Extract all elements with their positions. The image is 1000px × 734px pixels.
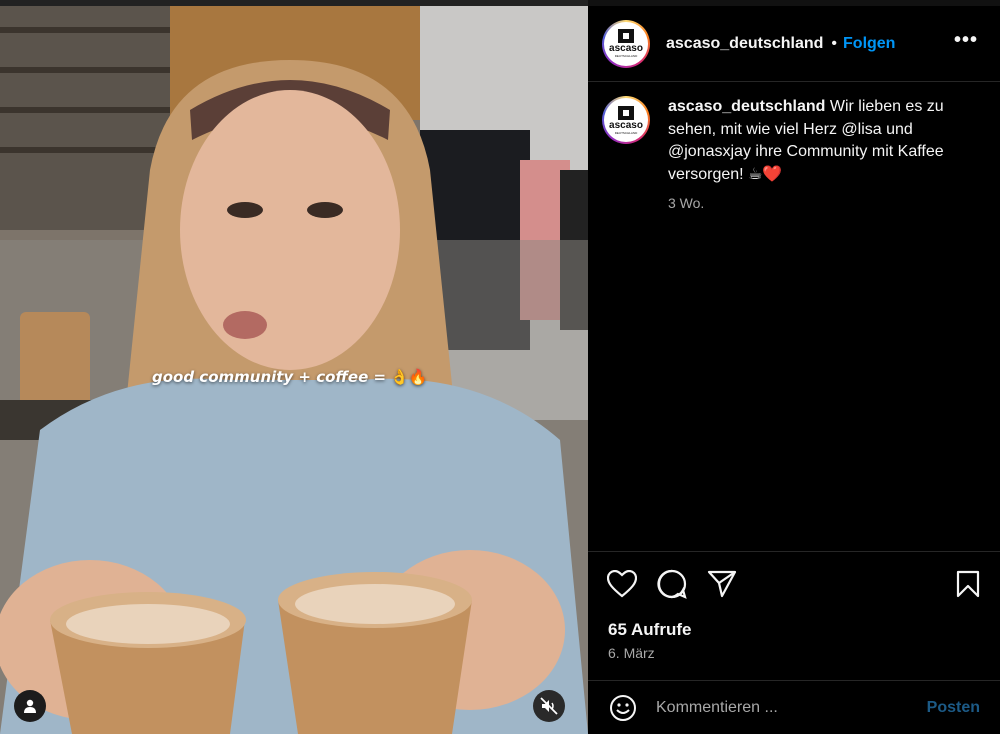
- caption-text: ascaso_deutschland Wir lieben es zu sehe…: [668, 96, 968, 186]
- save-button[interactable]: [952, 568, 984, 600]
- avatar-logo: ascaso DEUTSCHLAND: [604, 21, 648, 66]
- share-button[interactable]: [706, 568, 738, 600]
- caption-avatar-logo: ascaso DEUTSCHLAND: [604, 98, 648, 142]
- share-icon: [707, 570, 737, 598]
- actions-divider: [588, 551, 1000, 552]
- like-button[interactable]: [606, 568, 638, 600]
- emoji-picker-button[interactable]: [608, 693, 638, 723]
- overlay-emoji: 👌🔥: [390, 368, 428, 386]
- caption-timestamp[interactable]: 3 Wo.: [668, 192, 968, 215]
- person-icon: [24, 699, 36, 713]
- post-date[interactable]: 6. März: [608, 645, 655, 661]
- add-comment-bar: Posten: [588, 680, 1000, 734]
- avatar-logo-subtext: DEUTSCHLAND: [614, 54, 638, 58]
- speaker-muted-icon: [540, 697, 558, 715]
- post-comment-button[interactable]: Posten: [927, 699, 980, 717]
- comment-input[interactable]: [656, 698, 906, 717]
- view-count[interactable]: 65 Aufrufe: [608, 620, 691, 640]
- video-frame: [0, 0, 588, 734]
- media-top-edge: [0, 0, 588, 6]
- action-bar: [606, 568, 986, 600]
- caption-username-link[interactable]: ascaso_deutschland: [668, 98, 825, 115]
- bookmark-icon: [956, 570, 980, 598]
- post-header: ascaso DEUTSCHLAND ascaso_deutschland • …: [588, 6, 1000, 82]
- ascaso-logo-icon: [618, 105, 634, 120]
- follow-button[interactable]: Folgen: [843, 35, 895, 53]
- caption-comment: ascaso DEUTSCHLAND ascaso_deutschland Wi…: [602, 96, 992, 215]
- post-media-video[interactable]: good community + coffee = 👌🔥: [0, 0, 588, 734]
- mute-toggle-button[interactable]: [533, 690, 565, 722]
- video-overlay-text: good community + coffee = 👌🔥: [152, 368, 427, 386]
- separator-dot: •: [831, 34, 838, 52]
- caption-avatar-logo-subtext: DEUTSCHLAND: [614, 130, 638, 135]
- caption-body: ascaso_deutschland Wir lieben es zu sehe…: [668, 96, 968, 215]
- header-username-link[interactable]: ascaso_deutschland: [666, 35, 823, 53]
- comment-button[interactable]: [656, 568, 688, 600]
- more-options-icon[interactable]: •••: [954, 30, 978, 50]
- tagged-users-button[interactable]: [14, 690, 46, 722]
- caption-avatar[interactable]: ascaso DEUTSCHLAND: [602, 96, 650, 144]
- smiley-icon: [610, 694, 636, 721]
- overlay-text: good community + coffee =: [152, 368, 387, 386]
- avatar-logo-text: ascaso: [609, 43, 643, 54]
- avatar[interactable]: ascaso DEUTSCHLAND: [602, 19, 650, 68]
- ascaso-logo-icon: [618, 29, 634, 43]
- heart-icon: [607, 570, 637, 598]
- caption-avatar-logo-text: ascaso: [609, 119, 643, 131]
- comment-icon: [657, 569, 687, 599]
- post-details-panel: ascaso DEUTSCHLAND ascaso_deutschland • …: [588, 0, 1000, 734]
